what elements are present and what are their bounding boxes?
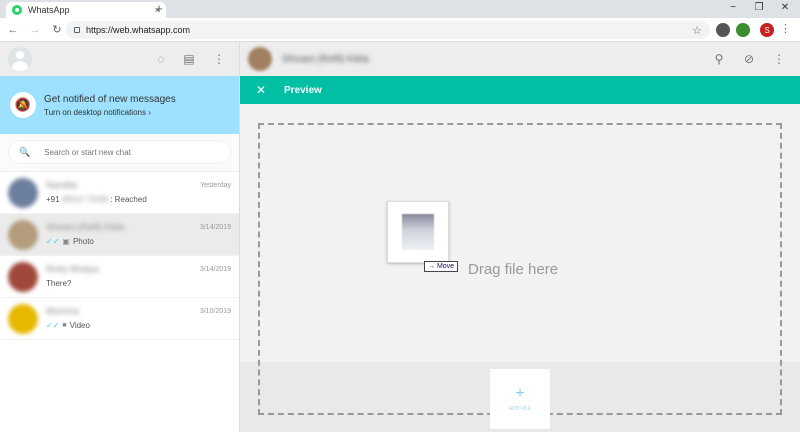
move-cursor-label: → Move [424,261,459,272]
contact-name[interactable]: Shivani (Refil) Kikla [282,54,369,65]
double-tick-icon: ✓✓ [46,320,60,330]
chat-item-mumma[interactable]: Mumma ✓✓ ■ Video 3/10/2019 [0,298,239,340]
address-bar[interactable]: https://web.whatsapp.com ☆ [66,21,710,39]
drop-area[interactable]: → Move Drag file here + ADD FILE [240,104,800,432]
sidebar: ◌ ▤ ⋮ 🔕 Get notified of new messages Tur… [0,42,240,432]
double-tick-icon: ✓✓ [46,236,60,246]
add-file-button[interactable]: + ADD FILE [490,369,550,429]
tab-title: WhatsApp [28,5,70,15]
new-tab-button[interactable]: + [152,2,166,16]
enable-notifications-link[interactable]: Turn on desktop notifications › [44,108,176,117]
plus-icon: + [515,385,525,402]
camera-icon: ▣ [62,236,70,246]
add-file-label: ADD FILE [508,406,532,412]
video-icon: ■ [62,321,67,329]
contact-avatar [8,261,38,292]
status-icon[interactable]: ◌ [154,52,168,66]
last-message: ✓✓ ▣ Photo [46,236,94,246]
notification-banner[interactable]: 🔕 Get notified of new messages Turn on d… [0,76,239,134]
conversation-pane: Shivani (Refil) Kikla ⚲ ⊘ ⋮ ✕ Preview → … [240,42,800,432]
extension-icon-2[interactable] [736,23,750,37]
muted-bell-icon: 🔕 [10,92,36,118]
bookmark-star-icon[interactable]: ☆ [692,24,702,37]
menu-icon[interactable]: ⋮ [772,52,786,66]
browser-tabstrip: WhatsApp × + − ❐ ✕ [0,0,800,18]
browser-menu-icon[interactable]: ⋮ [780,22,791,35]
chat-item-shivani[interactable]: Shivani (Refil) Kikla ✓✓ ▣ Photo 3/14/20… [0,214,239,256]
menu-icon[interactable]: ⋮ [212,52,226,66]
new-chat-icon[interactable]: ▤ [182,52,196,66]
chat-item-ricky[interactable]: Ricky Bhatya There? 3/14/2019 [0,256,239,298]
search-icon[interactable]: ⚲ [712,52,726,66]
drag-file-text: Drag file here [468,261,559,278]
preview-title: Preview [284,84,322,96]
notification-title: Get notified of new messages [44,93,176,105]
chat-item-nandita[interactable]: Nandita +91 99910 75588 : Reached Yester… [0,172,239,214]
whatsapp-app: ◌ ▤ ⋮ 🔕 Get notified of new messages Tur… [0,42,800,432]
dragged-file-thumbnail[interactable] [387,201,449,263]
reload-icon[interactable]: ↻ [48,23,66,36]
contact-avatar[interactable] [248,47,272,71]
forward-icon[interactable]: → [26,24,44,36]
browser-toolbar: ← → ↻ https://web.whatsapp.com ☆ S ⋮ [0,18,800,42]
preview-bar: ✕ Preview [240,76,800,104]
extension-icon[interactable] [716,23,730,37]
attach-icon[interactable]: ⊘ [742,52,756,66]
chat-date: Yesterday [200,181,231,189]
lock-icon [74,27,80,33]
last-message: +91 99910 75588 : Reached [46,194,147,204]
last-message: ✓✓ ■ Video [46,320,90,330]
photo-thumbnail [402,214,434,250]
chat-date: 3/10/2019 [199,307,231,315]
minimize-icon[interactable]: − [724,2,742,13]
browser-tab-whatsapp[interactable]: WhatsApp × [6,2,166,18]
whatsapp-favicon-icon [12,5,22,15]
conversation-header: Shivani (Refil) Kikla ⚲ ⊘ ⋮ [240,42,800,76]
back-icon[interactable]: ← [4,24,22,36]
restore-icon[interactable]: ❐ [750,2,768,13]
search-input[interactable] [44,147,230,157]
profile-avatar[interactable]: S [760,23,774,37]
contact-avatar [8,303,38,334]
chat-date: 3/14/2019 [199,265,231,273]
contact-avatar [8,219,38,250]
close-icon[interactable]: ✕ [256,83,268,97]
search-icon: 🔍 [19,146,31,157]
chat-date: 3/14/2019 [199,223,231,231]
contact-avatar [8,177,38,208]
last-message: There? [46,278,72,288]
url-text: https://web.whatsapp.com [86,25,191,35]
window-close-icon[interactable]: ✕ [776,2,794,13]
sidebar-header: ◌ ▤ ⋮ [0,42,239,76]
search-bar: 🔍 [0,134,239,172]
my-avatar[interactable] [8,47,32,71]
